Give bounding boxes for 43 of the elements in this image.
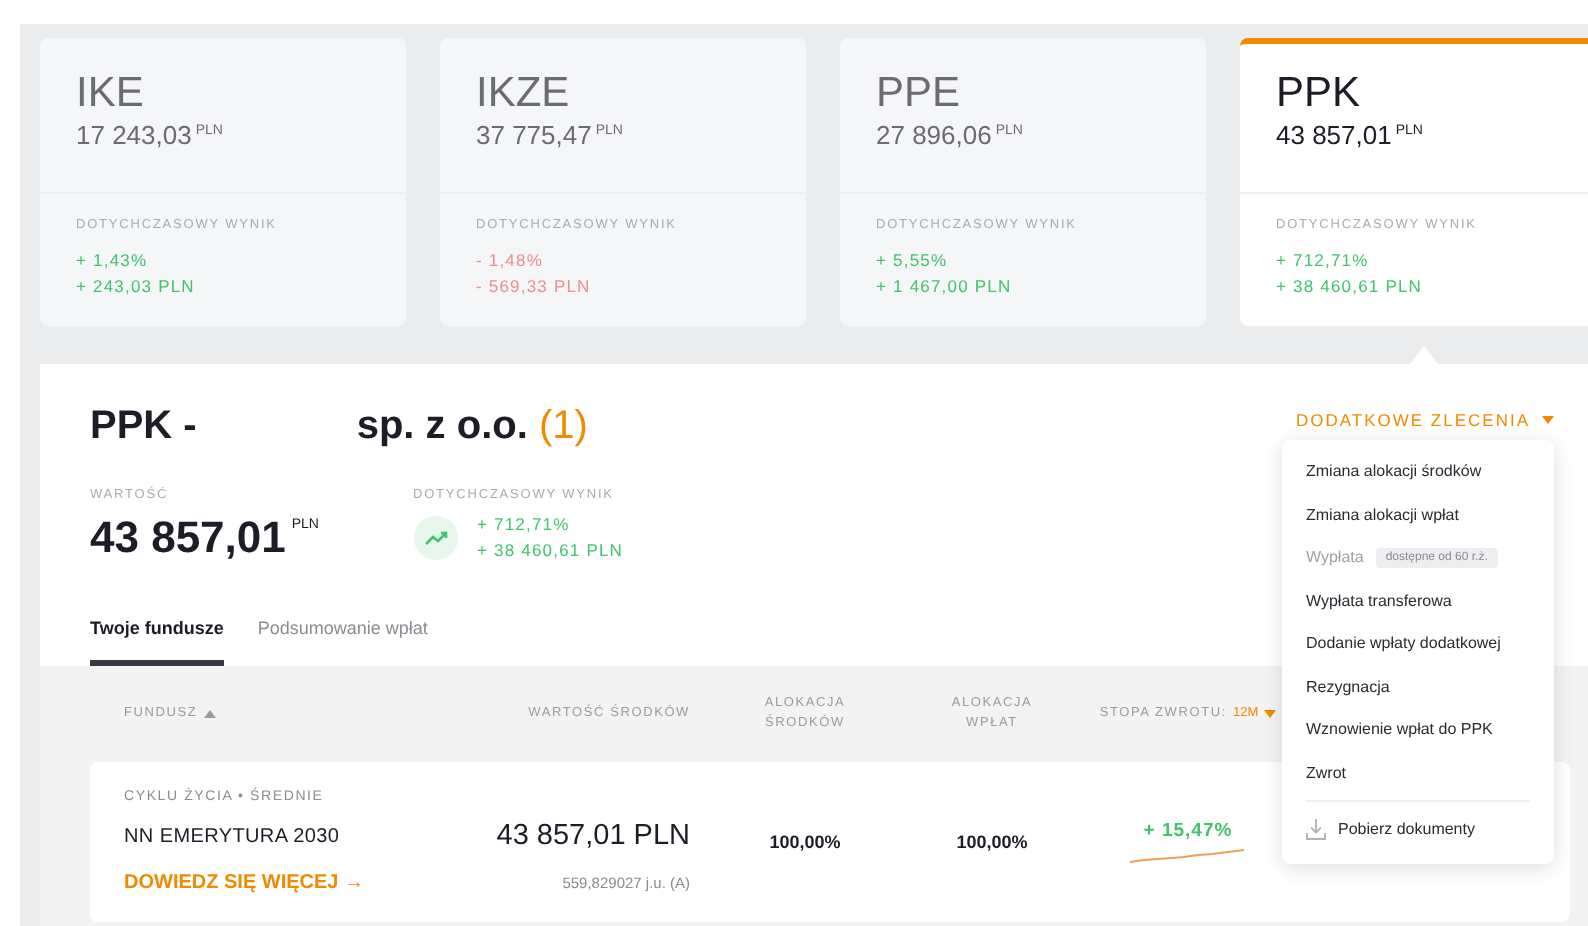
menu-item[interactable]: Pobierz dokumenty	[1282, 808, 1554, 851]
result-percent: + 712,71%	[477, 514, 572, 534]
total-value: 43 857,01$^{PLN}$	[90, 512, 319, 564]
learn-more-link[interactable]: DOWIEDZ SIĘ WIĘCEJ →	[124, 872, 365, 894]
allocation-funds: 100,00%	[769, 832, 841, 852]
account-name: IKZE	[476, 70, 572, 118]
fund-value: 43 857,01 PLN	[496, 820, 690, 852]
result-percent: + 1,43%	[76, 250, 150, 270]
account-amount: 43 857,01$^{PLN}$	[1276, 120, 1425, 150]
result-percent: + 712,71%	[1276, 250, 1371, 270]
account-amount: 17 243,03$^{PLN}$	[76, 120, 225, 150]
result-amount: + 1 467,00 PLN	[876, 276, 1014, 296]
caret-icon	[1542, 416, 1554, 424]
caret-icon	[1264, 710, 1277, 718]
menu-item[interactable]: Rezygnacja	[1282, 665, 1554, 708]
menu-item[interactable]: Zmiana alokacji wpłat	[1282, 493, 1554, 536]
result-amount: + 243,03 PLN	[76, 276, 197, 296]
menu-item[interactable]: Dodanie wpłaty dodatkowej	[1282, 622, 1554, 665]
menu-item[interactable]: Zwrot	[1282, 751, 1554, 794]
fund-name: NN EMERYTURA 2030	[124, 826, 340, 848]
menu-item[interactable]: Zmiana alokacji środków	[1282, 450, 1554, 493]
sparkline	[1128, 845, 1248, 865]
result-amount: + 38 460,61 PLN	[1276, 276, 1425, 296]
download-icon	[1306, 818, 1326, 841]
account-name: PPE	[876, 70, 963, 118]
return-rate: + 15,47%	[1143, 819, 1233, 841]
trend-up-icon	[413, 515, 457, 559]
result-amount: + 38 460,61 PLN	[477, 540, 624, 560]
sort-icon	[203, 710, 216, 718]
menu-item[interactable]: Wznowienie wpłat do PPK	[1282, 708, 1554, 751]
result-percent: - 1,48%	[476, 250, 545, 270]
tab[interactable]: Podsumowanie wpłat	[257, 618, 428, 666]
account-name: PPK	[1276, 70, 1363, 118]
account-amount: 37 775,47$^{PLN}$	[476, 120, 625, 150]
menu-item[interactable]: Wypłata transferowa	[1282, 579, 1554, 622]
company-title: sp. z o.o. (1)	[356, 404, 588, 450]
orders-dropdown[interactable]: DODATKOWE ZLECENIA	[1295, 410, 1554, 430]
result-percent: + 5,55%	[876, 250, 950, 270]
account-amount: 27 896,06$^{PLN}$	[876, 120, 1025, 150]
plan-title: PPK -	[90, 404, 197, 450]
allocation-payments: 100,00%	[956, 832, 1028, 852]
account-name: IKE	[76, 70, 146, 118]
result-amount: - 569,33 PLN	[476, 276, 593, 296]
